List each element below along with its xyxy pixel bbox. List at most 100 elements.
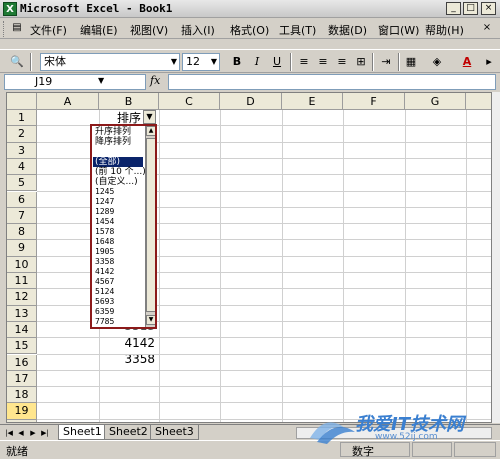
filter-list-item[interactable]: 1289 (95, 207, 114, 217)
row-header[interactable]: 12 (7, 289, 37, 306)
insert-function-icon[interactable]: fx (150, 74, 160, 87)
row-header[interactable]: 7 (7, 207, 37, 225)
align-center-icon[interactable]: ≡ (314, 53, 332, 71)
workbook-icon[interactable]: ▤ (10, 21, 24, 35)
chevron-down-icon[interactable]: ▼ (98, 76, 104, 85)
filter-list-item[interactable]: 降序排列 (95, 137, 131, 147)
minimize-button[interactable]: _ (446, 2, 461, 15)
menu-view[interactable]: 视图(V) (130, 22, 168, 38)
sheet-tab-sheet2[interactable]: Sheet2 (104, 425, 153, 440)
row-header[interactable]: 16 (7, 354, 37, 371)
row-header[interactable]: 20 (7, 419, 37, 422)
merge-center-icon[interactable]: ⊞ (352, 53, 370, 71)
name-box[interactable]: J19 (4, 74, 146, 90)
select-all-corner[interactable] (7, 93, 37, 110)
excel-app-icon[interactable]: X (3, 2, 17, 16)
scroll-thumb[interactable] (146, 138, 155, 312)
row-header[interactable]: 17 (7, 370, 37, 388)
filter-list-item[interactable]: 7785 (95, 317, 114, 327)
row-header[interactable]: 11 (7, 273, 37, 290)
col-header-e[interactable]: E (282, 93, 343, 110)
row-header[interactable]: 15 (7, 338, 37, 355)
underline-button[interactable]: U (268, 53, 286, 71)
row-header[interactable]: 18 (7, 387, 37, 404)
menu-data[interactable]: 数据(D) (328, 22, 367, 38)
menu-edit[interactable]: 编辑(E) (80, 22, 118, 38)
toolbar-options-icon[interactable]: ▸ (480, 53, 498, 71)
filter-list-item[interactable]: 1454 (95, 217, 114, 227)
menubar-grip[interactable] (3, 21, 6, 37)
align-left-icon[interactable]: ≡ (295, 53, 313, 71)
filter-list-item[interactable]: 5124 (95, 287, 114, 297)
col-header-h[interactable] (466, 93, 491, 110)
filter-list-item[interactable]: 1578 (95, 227, 114, 237)
borders-icon[interactable]: ▦ (402, 53, 420, 71)
filter-list-item[interactable]: 4142 (95, 267, 114, 277)
row-header[interactable]: 6 (7, 191, 37, 208)
filter-list-item[interactable]: 4567 (95, 277, 114, 287)
filter-list-item[interactable]: 1245 (95, 187, 114, 197)
next-sheet-icon[interactable]: ▶ (28, 427, 38, 439)
menu-window[interactable]: 窗口(W) (378, 22, 419, 38)
menu-file[interactable]: 文件(F) (30, 22, 67, 38)
filter-list-item[interactable]: (全部) (93, 157, 143, 167)
filter-list-item[interactable]: 3358 (95, 257, 114, 267)
col-header-d[interactable]: D (220, 93, 282, 110)
italic-button[interactable]: I (248, 53, 266, 71)
filter-list-item[interactable]: 6359 (95, 307, 114, 317)
row-header[interactable]: 1 (7, 110, 37, 127)
font-color-button[interactable]: A (458, 53, 476, 71)
filter-list-item[interactable]: (自定义...) (95, 177, 138, 187)
row-header[interactable]: 2 (7, 126, 37, 143)
col-header-f[interactable]: F (343, 93, 405, 110)
filter-list-item[interactable]: 升序排列 (95, 127, 131, 137)
menu-format[interactable]: 格式(O) (230, 22, 269, 38)
col-header-a[interactable]: A (37, 93, 99, 110)
menu-help[interactable]: 帮助(H) (425, 22, 464, 38)
print-preview-icon[interactable]: 🔍 (8, 53, 26, 71)
close-button[interactable]: × (481, 2, 496, 15)
filter-list-item[interactable]: 1905 (95, 247, 114, 257)
col-header-g[interactable]: G (405, 93, 466, 110)
worksheet-grid[interactable]: A B C D E F G 排序 5513 4142 3358 12345678… (6, 92, 492, 423)
row-header[interactable]: 13 (7, 305, 37, 322)
row-header[interactable]: 4 (7, 158, 37, 176)
scroll-up-icon[interactable]: ▲ (146, 126, 155, 136)
indent-icon[interactable]: ⇥ (377, 53, 395, 71)
menu-tools[interactable]: 工具(T) (279, 22, 316, 38)
filter-list-item[interactable]: (前 10 个...) (95, 167, 146, 177)
menu-insert[interactable]: 插入(I) (181, 22, 215, 38)
row-header[interactable]: 14 (7, 321, 37, 339)
list-scrollbar[interactable]: ▲ ▼ (145, 126, 155, 327)
col-header-b[interactable]: B (99, 93, 159, 110)
fill-color-icon[interactable]: ◈ (428, 53, 446, 71)
row-header[interactable]: 8 (7, 224, 37, 241)
bold-button[interactable]: B (228, 53, 246, 71)
font-size-combo[interactable]: 12 ▼ (182, 53, 220, 71)
chevron-down-icon[interactable]: ▼ (211, 54, 217, 70)
filter-list-item[interactable]: 1247 (95, 197, 114, 207)
formula-input[interactable] (168, 74, 496, 90)
filter-list-item[interactable]: 1648 (95, 237, 114, 247)
row-header[interactable]: 5 (7, 175, 37, 192)
filter-list-item[interactable]: 5693 (95, 297, 114, 307)
row-header[interactable]: 19 (7, 403, 37, 420)
sheet-tab-sheet1[interactable]: Sheet1 (58, 425, 107, 440)
row-header[interactable]: 3 (7, 142, 37, 159)
prev-sheet-icon[interactable]: ◀ (16, 427, 26, 439)
row-header[interactable]: 9 (7, 240, 37, 257)
autofilter-list[interactable]: 升序排列 降序排列 (全部) (前 10 个...) (自定义...) 1245 1247 1… (90, 124, 157, 329)
col-header-c[interactable]: C (159, 93, 220, 110)
row-header[interactable]: 10 (7, 256, 37, 273)
maximize-button[interactable]: □ (463, 2, 478, 15)
chevron-down-icon[interactable]: ▼ (171, 54, 177, 70)
align-right-icon[interactable]: ≡ (333, 53, 351, 71)
first-sheet-icon[interactable]: |◀ (4, 427, 14, 439)
sheet-tab-sheet3[interactable]: Sheet3 (150, 425, 199, 440)
scroll-down-icon[interactable]: ▼ (146, 315, 155, 325)
vertical-scrollbar[interactable] (492, 92, 500, 423)
font-name-combo[interactable]: 宋体 ▼ (40, 53, 180, 71)
autofilter-dropdown-button[interactable]: ▼ (143, 110, 156, 124)
close-workbook-icon[interactable]: × (480, 21, 494, 35)
last-sheet-icon[interactable]: ▶| (40, 427, 50, 439)
